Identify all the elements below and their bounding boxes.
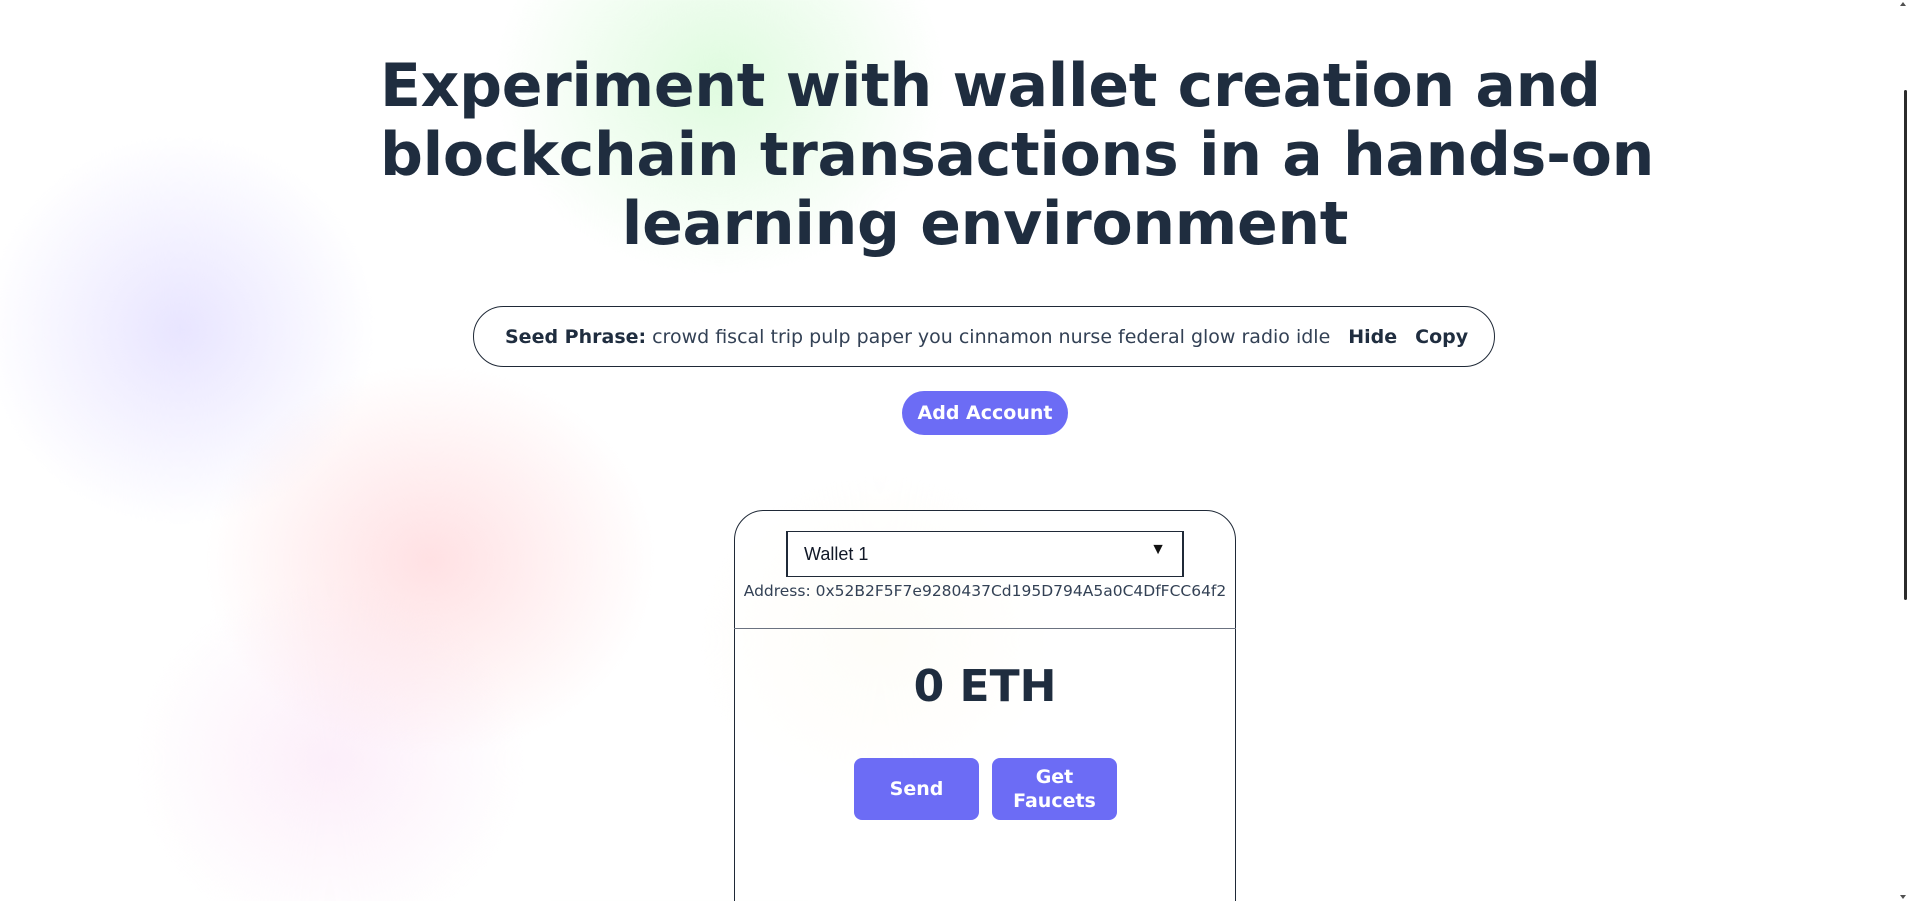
wallet-select-value: Wallet 1 (804, 543, 869, 564)
copy-seed-button[interactable]: Copy (1415, 326, 1468, 348)
page: Experiment with wallet creation and bloc… (0, 0, 1907, 901)
get-faucets-button[interactable]: Get Faucets (992, 758, 1117, 820)
card-divider (734, 628, 1236, 629)
scrollbar[interactable] (1898, 0, 1907, 901)
page-title-line: blockchain transactions in a hands-on (380, 120, 1655, 190)
page-title: Experiment with wallet creation and bloc… (380, 51, 1655, 259)
wallet-select[interactable]: Wallet 1 ▼ (786, 531, 1184, 577)
wallet-card: Wallet 1 ▼ Address: 0x52B2F5F7e9280437Cd… (734, 510, 1236, 901)
seed-phrase-bar: Seed Phrase: crowd fiscal trip pulp pape… (473, 306, 1495, 367)
hide-seed-button[interactable]: Hide (1348, 326, 1397, 348)
scroll-down-arrow-icon[interactable] (1900, 895, 1906, 899)
page-title-line: Experiment with wallet creation and (380, 51, 1601, 121)
seed-phrase-label: Seed Phrase: (505, 325, 647, 348)
seed-phrase-text: crowd fiscal trip pulp paper you cinnamo… (652, 325, 1331, 348)
wallet-balance: 0 ETH (913, 661, 1057, 712)
add-account-button[interactable]: Add Account (902, 391, 1068, 435)
wallet-address: Address: 0x52B2F5F7e9280437Cd195D794A5a0… (743, 582, 1227, 600)
hero-section: Experiment with wallet creation and bloc… (380, 51, 1655, 259)
triangle-down-icon: ▼ (1150, 541, 1166, 558)
scroll-up-arrow-icon[interactable] (1900, 2, 1906, 6)
send-button[interactable]: Send (854, 758, 979, 820)
page-title-line: learning environment (621, 189, 1349, 259)
